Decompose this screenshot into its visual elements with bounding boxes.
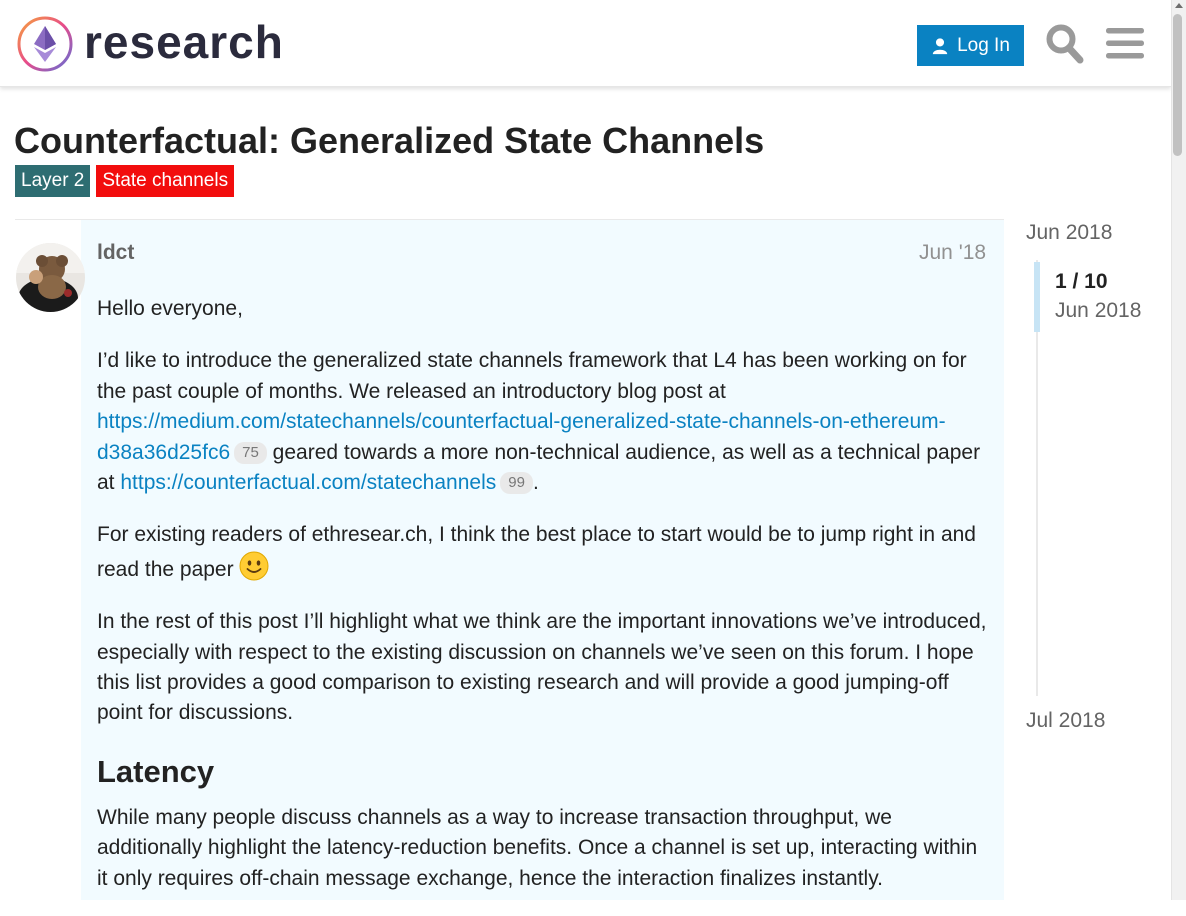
timeline-position: 1 / 10 (1055, 270, 1108, 293)
section-heading-latency: Latency (97, 753, 215, 789)
timeline-handle[interactable] (1034, 262, 1040, 332)
paper-link[interactable]: https://counterfactual.com/statechannels (120, 471, 496, 494)
avatar[interactable] (16, 243, 85, 312)
post-paragraph: In the rest of this post I’ll highlight … (97, 610, 987, 725)
post-paragraph: For existing readers of ethresear.ch, I … (97, 520, 987, 585)
ethereum-research-logo[interactable] (16, 14, 76, 74)
scrollbar-thumb[interactable] (1173, 14, 1182, 156)
slightly-smiling-face-emoji (239, 551, 269, 581)
topic-tags: Layer 2 State channels (15, 165, 235, 197)
post-date[interactable]: Jun '18 (919, 239, 986, 267)
avatar-image (16, 243, 85, 312)
search-icon[interactable] (1045, 22, 1085, 64)
timeline-start-date[interactable]: Jun 2018 (1026, 219, 1112, 247)
login-label: Log In (957, 34, 1010, 56)
user-icon (932, 37, 948, 54)
post-body: Hello everyone, I’d like to introduce th… (97, 294, 987, 916)
tag-state-channels[interactable]: State channels (96, 165, 235, 197)
post-text: For existing readers of ethresear.ch, I … (97, 523, 976, 581)
hamburger-menu-icon[interactable] (1106, 26, 1144, 60)
link-click-count: 75 (234, 441, 267, 464)
login-button[interactable]: Log In (917, 25, 1024, 66)
post-paragraph: While many people discuss channels as a … (97, 805, 978, 890)
site-name[interactable]: research (84, 14, 284, 70)
post-paragraph: I’d like to introduce the generalized st… (97, 346, 987, 498)
link-click-count: 99 (500, 472, 533, 495)
post-paragraph: Hello everyone, (97, 297, 243, 320)
scroll-up-arrow[interactable] (1175, 3, 1183, 8)
post-username[interactable]: ldct (97, 239, 134, 267)
timeline-end-date[interactable]: Jul 2018 (1026, 707, 1105, 735)
post-text: I’d like to introduce the generalized st… (97, 349, 967, 403)
timeline-position-date: Jun 2018 (1055, 299, 1142, 322)
tag-layer-2[interactable]: Layer 2 (15, 165, 91, 197)
post-text: . (532, 471, 539, 495)
site-header: research Log In (0, 0, 1171, 87)
topic-title[interactable]: Counterfactual: Generalized State Channe… (14, 118, 764, 164)
